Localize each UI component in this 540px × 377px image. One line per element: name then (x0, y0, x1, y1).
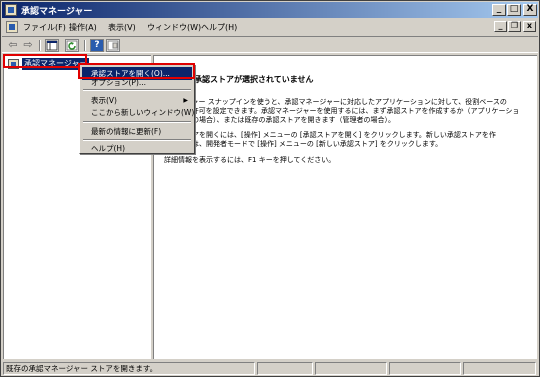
properties-icon[interactable] (106, 39, 120, 52)
menu-view[interactable]: 表示(V) (108, 22, 136, 33)
menu-item-new-window[interactable]: ここから新しいウィンドウ(W) (82, 106, 194, 119)
child-restore-button[interactable]: ❐ (508, 21, 521, 32)
menu-separator (83, 121, 191, 123)
child-minimize-button[interactable]: _ (494, 21, 507, 32)
refresh-icon[interactable] (65, 39, 79, 52)
no-store-heading: 承認ストアが選択されていません (194, 75, 314, 84)
menu-item-options[interactable]: オプション(P)... (82, 78, 192, 87)
close-button[interactable]: X (523, 4, 537, 16)
description-line: 詳細情報を表示するには、F1 キーを押してください。 (164, 156, 336, 164)
title-bar[interactable]: 承認マネージャー _ □ X (2, 2, 538, 18)
menu-file[interactable]: ファイル(F) (23, 22, 66, 33)
menu-item-refresh[interactable]: 最新の情報に更新(F) (82, 125, 192, 138)
menu-item-help[interactable]: ヘルプ(H) (82, 142, 192, 155)
system-menu-icon[interactable] (6, 21, 18, 33)
minimize-button[interactable]: _ (492, 4, 506, 16)
toolbar-separator (84, 40, 86, 51)
menu-action[interactable]: 操作(A) (69, 22, 97, 33)
toolbar-separator (39, 40, 41, 51)
back-arrow-icon[interactable]: ⇦ (6, 39, 20, 52)
description-line: マネージャー スナップインを使うと、承認マネージャーに対応したアプリケーションに… (164, 98, 507, 106)
show-hide-tree-icon[interactable] (45, 39, 59, 52)
description-line: 成するには、開発者モードで [操作] メニューの [新しい承認ストア] をクリッ… (164, 140, 443, 148)
status-bar: 既存の承認マネージャー ストアを開きます。 (2, 361, 538, 376)
annotation-highlight-tree (3, 54, 87, 68)
restore-button[interactable]: □ (507, 4, 521, 16)
help-icon[interactable]: ? (90, 39, 104, 52)
status-panel (257, 362, 313, 375)
menu-bar: ファイル(F) 操作(A) 表示(V) ウィンドウ(W) ヘルプ(H) _ ❐ … (2, 19, 538, 35)
child-close-button[interactable]: x (523, 21, 536, 32)
menu-item-view-label: 表示(V) (91, 96, 117, 105)
status-panel (315, 362, 387, 375)
forward-arrow-icon[interactable]: ⇨ (21, 39, 35, 52)
menu-separator (83, 139, 191, 141)
window-title: 承認マネージャー (21, 7, 93, 17)
annotation-highlight-menu-item (78, 63, 195, 79)
menu-window[interactable]: ウィンドウ(W) (147, 22, 201, 33)
description-line: 承認ストアを開くには、[操作] メニューの [承認ストアを開く] をクリックしま… (164, 131, 496, 139)
description-line: ン開発者の場合）、または既存の承認ストアを開きます（管理者の場合）。 (164, 116, 395, 124)
details-pane: 承認ストアが選択されていません マネージャー スナップインを使うと、承認マネージ… (153, 55, 537, 359)
status-text: 既存の承認マネージャー ストアを開きます。 (3, 362, 255, 375)
status-panel (463, 362, 536, 375)
status-panel (389, 362, 461, 375)
description-line: アクセス許可を設定できます。承認マネージャーを使用するには、まず承認ストアを作成… (164, 107, 520, 115)
menu-separator (83, 89, 191, 91)
app-window: 承認マネージャー _ □ X ファイル(F) 操作(A) 表示(V) ウィンドウ… (0, 0, 540, 377)
app-icon (5, 4, 17, 16)
toolbar: ⇦ ⇨ ? (2, 36, 538, 53)
menu-help[interactable]: ヘルプ(H) (201, 22, 237, 33)
